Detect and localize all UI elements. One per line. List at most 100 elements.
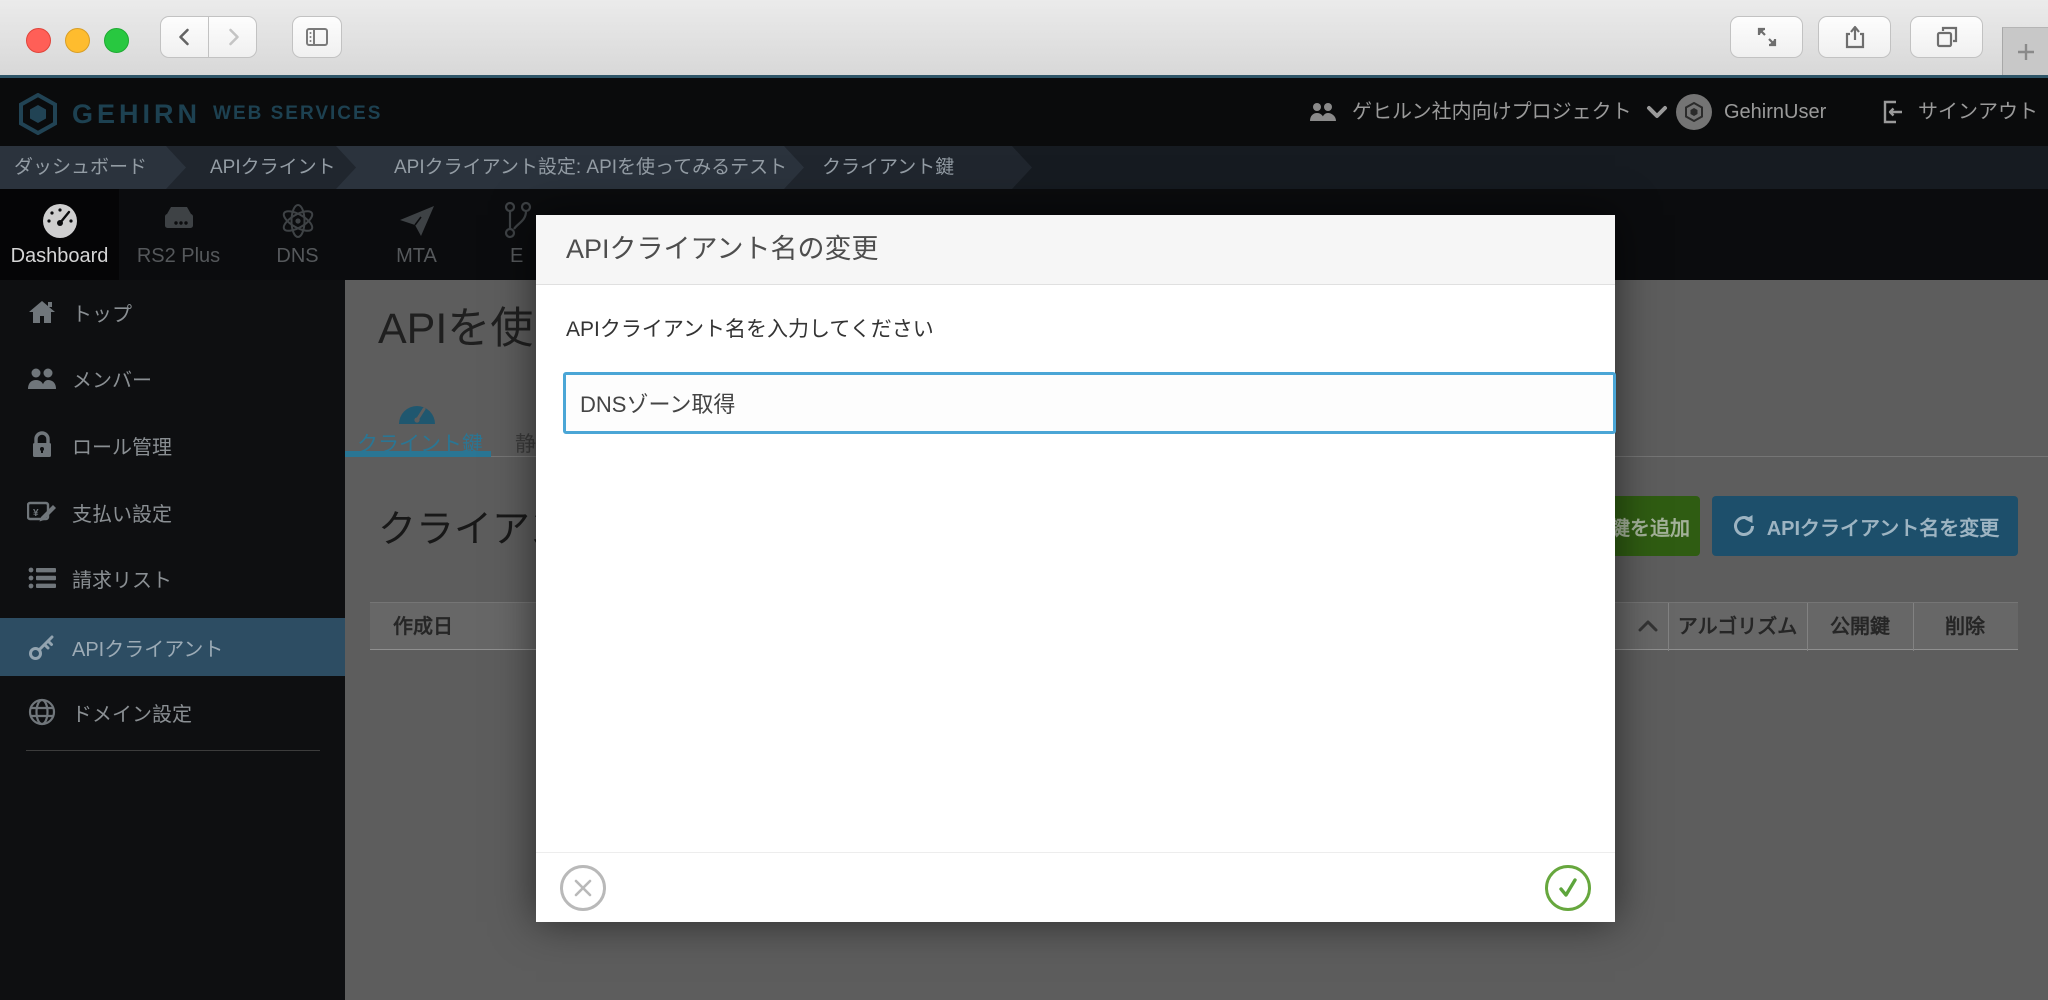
project-selector[interactable]: ゲヒルン社内向けプロジェクト	[1308, 78, 1648, 146]
refresh-icon	[1731, 513, 1757, 539]
breadcrumb-label: APIクライアント設定: APIを使ってみるテスト	[394, 157, 787, 178]
forward-button[interactable]	[208, 16, 257, 58]
service-nav-label: DNS	[238, 245, 357, 268]
share-button[interactable]	[1818, 16, 1891, 58]
globe-icon	[26, 696, 58, 728]
brand-name: GEHIRN	[72, 99, 201, 130]
service-nav-mta[interactable]: MTA	[357, 189, 476, 280]
signout-icon	[1880, 99, 1906, 125]
username: GehirnUser	[1724, 78, 1826, 146]
modal-title: APIクライアント名の変更	[536, 215, 1615, 284]
back-icon	[173, 25, 197, 49]
modal-header: APIクライアント名の変更	[536, 215, 1615, 285]
sidebar-item-label: ドメイン設定	[72, 698, 192, 727]
service-nav-label: Dashboard	[0, 245, 119, 268]
lock-icon	[26, 429, 58, 461]
rename-client-button-label: APIクライアント名を変更	[1767, 512, 2000, 541]
rename-client-button[interactable]: APIクライアント名を変更	[1712, 496, 2018, 556]
chevron-down-icon	[1646, 104, 1668, 120]
brand-suffix: WEB SERVICES	[213, 103, 382, 125]
user-menu[interactable]: GehirnUser	[1676, 78, 1846, 146]
modal-prompt: APIクライアント名を入力してください	[566, 313, 934, 343]
fullscreen-button[interactable]	[1730, 16, 1803, 58]
sidebar-item-label: ロール管理	[72, 431, 172, 460]
cancel-button[interactable]	[560, 865, 606, 911]
sidebar-item-label: 請求リスト	[72, 564, 172, 593]
list-icon	[26, 562, 58, 594]
service-nav-rs2plus[interactable]: RS2 Plus	[119, 189, 238, 280]
tab-overview-icon	[1934, 24, 1960, 50]
sidebar-item-label: メンバー	[72, 364, 152, 393]
paper-plane-icon	[357, 199, 476, 243]
breadcrumb: ダッシュボード APIクライント APIクライアント設定: APIを使ってみるテ…	[0, 146, 2048, 189]
users-icon	[26, 362, 58, 394]
signout-button[interactable]: サインアウト	[1880, 78, 2048, 146]
share-icon	[1842, 24, 1868, 50]
gehirn-hexagon-icon	[18, 93, 58, 135]
server-icon	[119, 199, 238, 243]
service-nav-label: RS2 Plus	[119, 245, 238, 268]
table-header-public-key[interactable]: 公開鍵	[1807, 603, 1913, 651]
breadcrumb-item-client-keys[interactable]: クライアント鍵	[784, 146, 1032, 189]
tab-client-keys[interactable]: クライント鍵	[345, 380, 495, 460]
app-header: GEHIRN WEB SERVICES ゲヒルン社内向けプロジェクト Gehir…	[0, 75, 2048, 146]
table-header-delete[interactable]: 削除	[1913, 603, 2017, 651]
project-selector-label: ゲヒルン社内向けプロジェクト	[1352, 78, 1632, 146]
rename-client-modal: APIクライアント名の変更 APIクライアント名を入力してください	[536, 215, 1615, 922]
service-nav-label: MTA	[357, 245, 476, 268]
add-key-button-label: 鍵を追加	[1610, 512, 1690, 541]
table-header-created[interactable]: 作成日	[393, 603, 453, 651]
sidebar-item-top[interactable]: トップ	[0, 286, 345, 338]
sidebar-item-label: 支払い設定	[72, 498, 172, 527]
sidebar-item-api-clients[interactable]: APIクライアント	[0, 618, 345, 676]
tab-partially-hidden[interactable]: 静	[515, 428, 536, 458]
fullscreen-icon	[1754, 24, 1780, 50]
users-icon	[1308, 100, 1338, 124]
sidebar-item-invoices[interactable]: 請求リスト	[0, 552, 345, 604]
breadcrumb-label: ダッシュボード	[14, 157, 147, 178]
avatar	[1676, 94, 1712, 130]
service-nav-dashboard[interactable]: Dashboard	[0, 189, 119, 280]
key-icon	[26, 631, 58, 663]
sidebar-item-members[interactable]: メンバー	[0, 352, 345, 404]
sidebar: トップ メンバー ロール管理 ¥ 支払い設定 請求リスト APIクライアント ド…	[0, 280, 345, 1000]
active-tab-underline	[345, 451, 491, 457]
chevron-up-icon[interactable]	[1636, 617, 1660, 635]
circle-x-icon	[572, 877, 594, 899]
payment-icon: ¥	[26, 496, 58, 528]
breadcrumb-label: APIクライント	[210, 157, 336, 178]
breadcrumb-item-api-clients[interactable]: APIクライント	[166, 146, 356, 189]
circle-check-icon	[1556, 876, 1580, 900]
screen: GEHIRN WEB SERVICES ゲヒルン社内向けプロジェクト Gehir…	[0, 0, 2048, 1000]
sidebar-toggle-button[interactable]	[292, 16, 342, 58]
gauge-icon	[397, 392, 437, 428]
new-tab-icon	[2014, 40, 2038, 64]
new-tab-button[interactable]	[2002, 27, 2048, 76]
breadcrumb-item-dashboard[interactable]: ダッシュボード	[0, 146, 186, 189]
brand-logo[interactable]: GEHIRN WEB SERVICES	[18, 93, 382, 135]
breadcrumb-label: クライアント鍵	[822, 157, 954, 178]
forward-icon	[221, 25, 245, 49]
window-close-button[interactable]	[26, 28, 51, 53]
signout-label: サインアウト	[1918, 78, 2038, 146]
window-minimize-button[interactable]	[65, 28, 90, 53]
back-button[interactable]	[160, 16, 209, 58]
svg-text:¥: ¥	[33, 508, 39, 519]
add-key-button[interactable]: 鍵を追加	[1600, 496, 1700, 556]
home-icon	[26, 296, 58, 328]
browser-chrome	[0, 0, 2048, 76]
window-zoom-button[interactable]	[104, 28, 129, 53]
table-header-algorithm[interactable]: アルゴリズム	[1668, 603, 1807, 651]
confirm-button[interactable]	[1545, 865, 1591, 911]
sidebar-toggle-icon	[304, 25, 330, 49]
sidebar-item-label: トップ	[72, 298, 132, 327]
sidebar-item-roles[interactable]: ロール管理	[0, 419, 345, 471]
sidebar-divider	[26, 750, 320, 751]
sidebar-item-payment[interactable]: ¥ 支払い設定	[0, 486, 345, 538]
tab-overview-button[interactable]	[1910, 16, 1983, 58]
service-nav-dns[interactable]: DNS	[238, 189, 357, 280]
gauge-icon	[0, 199, 119, 243]
sidebar-item-domains[interactable]: ドメイン設定	[0, 686, 345, 738]
breadcrumb-item-api-client-settings[interactable]: APIクライアント設定: APIを使ってみるテスト	[336, 146, 804, 189]
client-name-input[interactable]	[563, 372, 1616, 434]
